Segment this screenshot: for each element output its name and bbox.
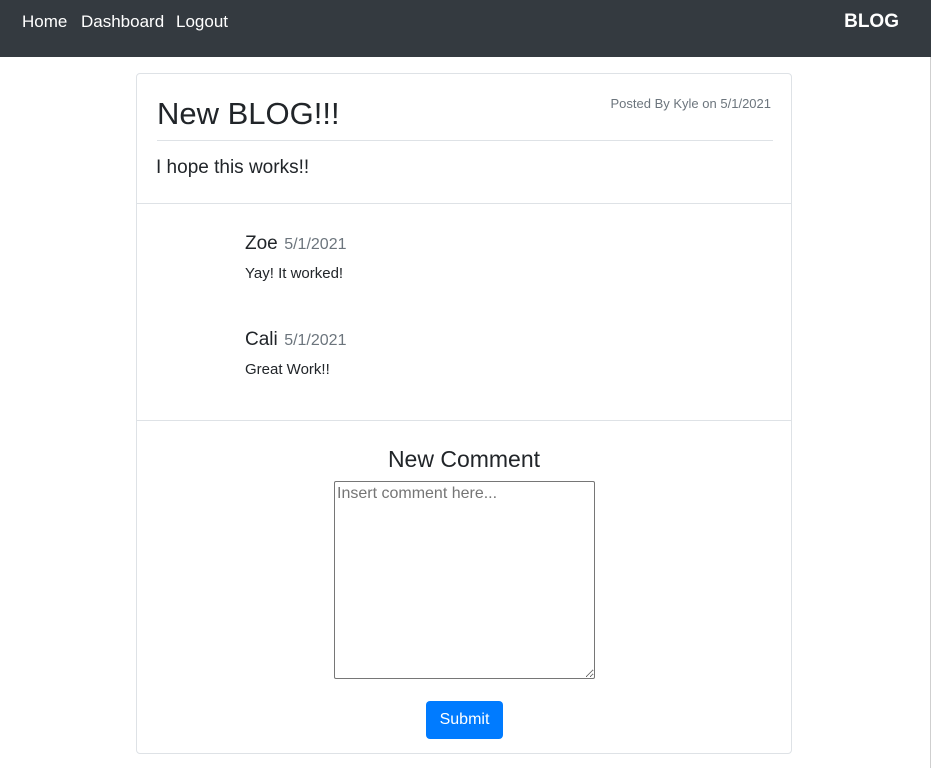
submit-button[interactable]: Submit (426, 701, 503, 739)
section-divider (137, 420, 791, 421)
post-card: New BLOG!!! Posted By Kyle on 5/1/2021 I… (136, 73, 792, 754)
new-comment-heading: New Comment (387, 446, 541, 472)
comment-author: Zoe (245, 233, 278, 254)
comment-text: Yay! It worked! (245, 265, 344, 282)
nav-link-home[interactable]: Home (22, 11, 67, 33)
page-edge-line (930, 57, 931, 768)
post-date: 5/1/2021 (720, 96, 771, 111)
comment-text: Great Work!! (245, 361, 330, 378)
section-divider (137, 203, 791, 204)
post-meta-on: on (702, 96, 717, 111)
brand-link[interactable]: BLOG (844, 10, 899, 34)
title-divider (157, 140, 773, 141)
post-title: New BLOG!!! (157, 96, 340, 131)
post-body: I hope this works!! (156, 157, 310, 178)
nav-link-dashboard[interactable]: Dashboard (81, 11, 164, 33)
page: Home Dashboard Logout BLOG New BLOG!!! P… (0, 0, 936, 768)
comment-date: 5/1/2021 (284, 236, 347, 253)
post-author: Kyle (673, 96, 699, 111)
post-meta: Posted By Kyle on 5/1/2021 (610, 96, 771, 112)
comment-header: Cali 5/1/2021 (245, 328, 346, 352)
comment: Cali 5/1/2021 Great Work!! (245, 328, 346, 380)
comment-author: Cali (245, 329, 278, 350)
comment: Zoe 5/1/2021 Yay! It worked! (245, 232, 346, 284)
post-meta-prefix: Posted By (610, 96, 670, 111)
comment-header: Zoe 5/1/2021 (245, 232, 346, 256)
navbar: Home Dashboard Logout BLOG (0, 0, 931, 57)
comment-date: 5/1/2021 (284, 332, 347, 349)
nav-link-logout[interactable]: Logout (176, 11, 228, 33)
comment-textarea[interactable] (334, 481, 595, 679)
